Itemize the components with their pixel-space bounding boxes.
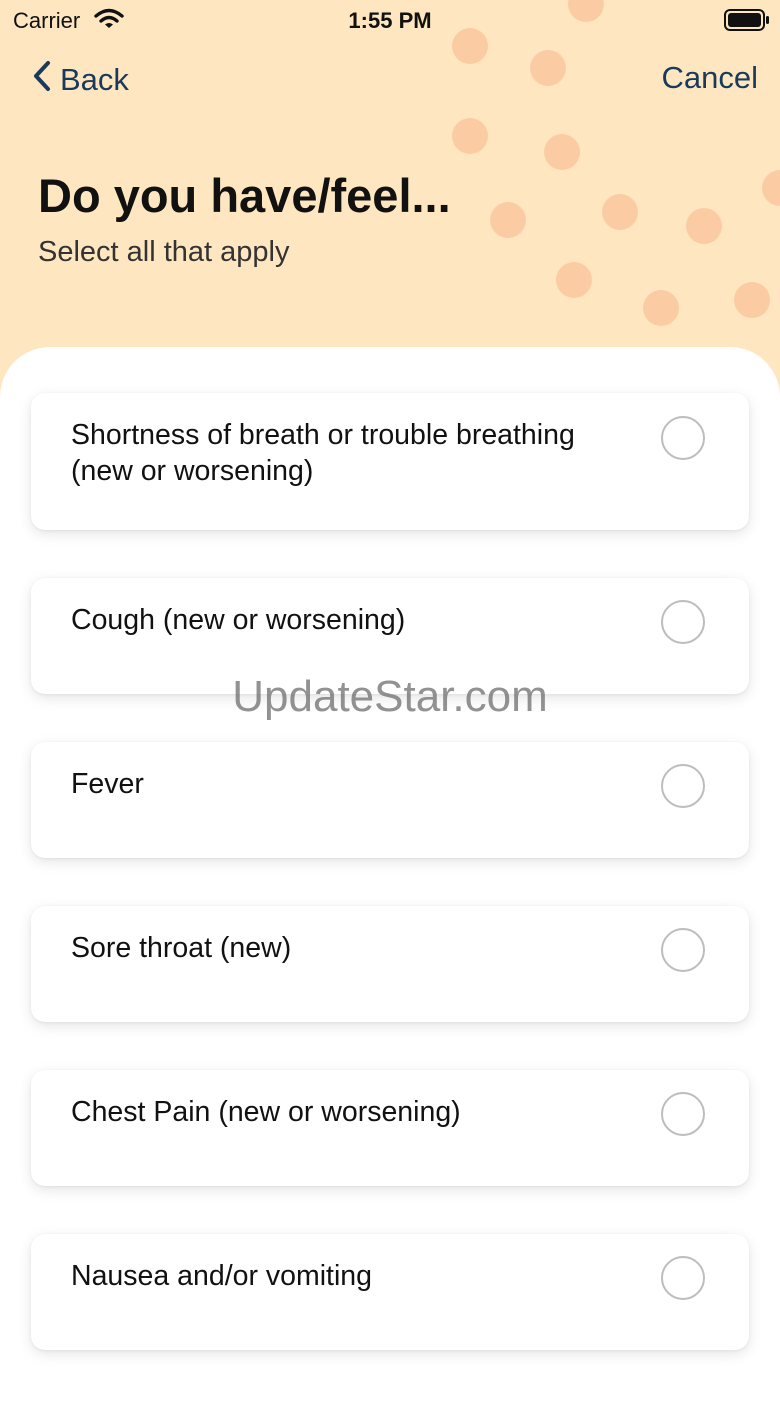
chevron-left-icon bbox=[32, 60, 52, 100]
decorative-dot bbox=[490, 202, 526, 238]
page-title: Do you have/feel... bbox=[38, 169, 451, 222]
decorative-dot bbox=[734, 282, 770, 318]
decorative-dot bbox=[643, 290, 679, 326]
option-label: Cough (new or worsening) bbox=[71, 604, 406, 636]
option-label: Shortness of breath or trouble breathing… bbox=[71, 419, 575, 487]
back-label: Back bbox=[60, 62, 129, 97]
back-button[interactable]: Back bbox=[32, 60, 129, 100]
radio-button[interactable] bbox=[661, 764, 705, 808]
symptom-option-nausea[interactable]: Nausea and/or vomiting bbox=[31, 1234, 749, 1350]
radio-button[interactable] bbox=[661, 1092, 705, 1136]
symptom-option-cough[interactable]: Cough (new or worsening) bbox=[31, 578, 749, 694]
option-label: Fever bbox=[71, 768, 144, 800]
cancel-button[interactable]: Cancel bbox=[662, 60, 759, 96]
option-label: Nausea and/or vomiting bbox=[71, 1260, 373, 1292]
decorative-dot bbox=[544, 134, 580, 170]
symptom-option-sore-throat[interactable]: Sore throat (new) bbox=[31, 906, 749, 1022]
symptom-option-shortness-of-breath[interactable]: Shortness of breath or trouble breathing… bbox=[31, 393, 749, 530]
status-bar: Carrier 1:55 PM bbox=[0, 0, 780, 40]
decorative-dot bbox=[762, 170, 780, 206]
decorative-dot bbox=[530, 50, 566, 86]
symptom-option-chest-pain[interactable]: Chest Pain (new or worsening) bbox=[31, 1070, 749, 1186]
symptom-option-fever[interactable]: Fever bbox=[31, 742, 749, 858]
option-label: Chest Pain (new or worsening) bbox=[71, 1096, 461, 1128]
radio-button[interactable] bbox=[661, 928, 705, 972]
options-sheet: Shortness of breath or trouble breathing… bbox=[0, 347, 780, 1407]
radio-button[interactable] bbox=[661, 416, 705, 460]
status-time: 1:55 PM bbox=[348, 8, 432, 33]
battery-icon bbox=[724, 9, 770, 37]
option-label: Sore throat (new) bbox=[71, 932, 292, 964]
radio-button[interactable] bbox=[661, 600, 705, 644]
page-subtitle: Select all that apply bbox=[38, 236, 290, 268]
decorative-dot bbox=[602, 194, 638, 230]
decorative-dot bbox=[686, 208, 722, 244]
decorative-dot bbox=[556, 262, 592, 298]
decorative-dot bbox=[452, 118, 488, 154]
radio-button[interactable] bbox=[661, 1256, 705, 1300]
